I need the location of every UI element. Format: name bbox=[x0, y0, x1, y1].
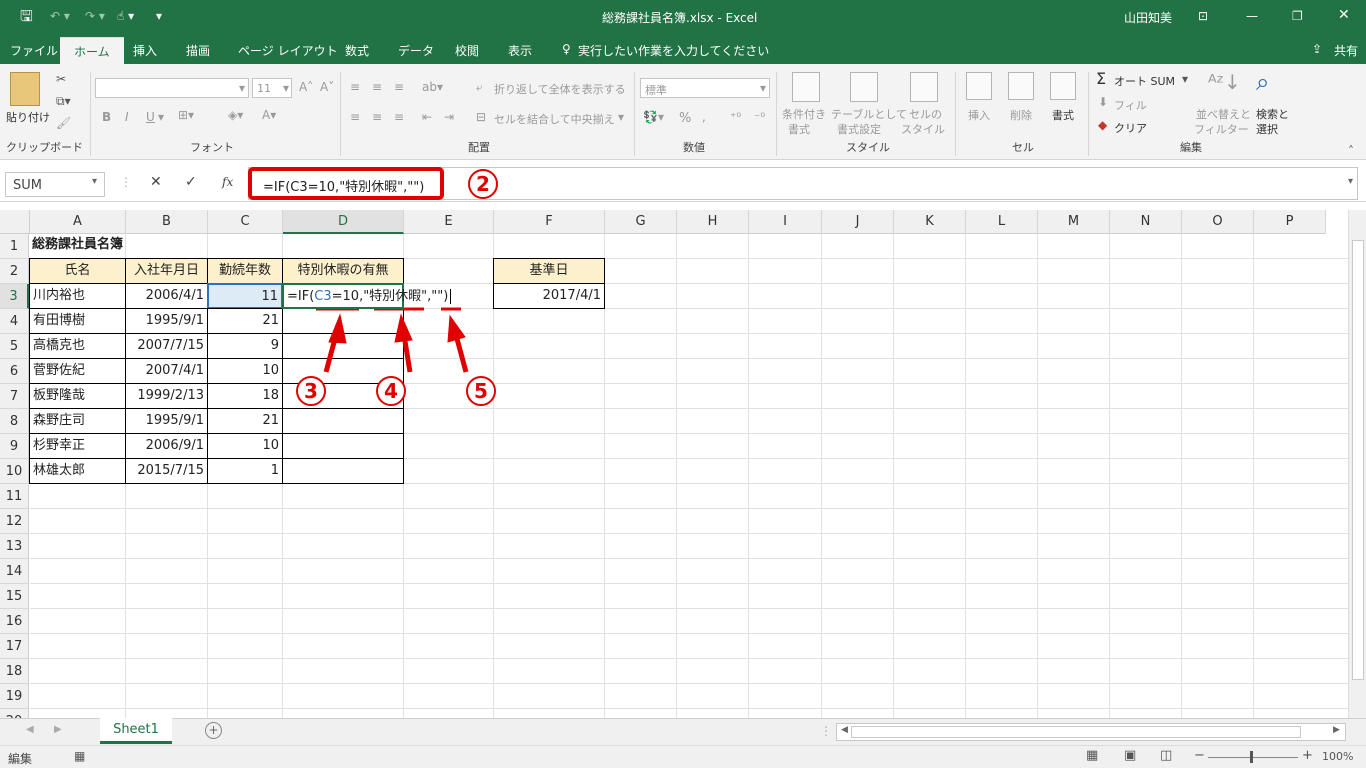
formula-part-rest: =10,"特別休暇","") bbox=[331, 289, 449, 304]
annotation-4: 4 bbox=[376, 376, 406, 406]
formula-part-if: =IF( bbox=[287, 289, 315, 304]
annotation-3: 3 bbox=[296, 376, 326, 406]
annotation-arrows bbox=[316, 307, 469, 373]
arrow-3-head bbox=[328, 313, 347, 344]
arrow-4-head bbox=[394, 313, 413, 343]
arrow-5-head bbox=[447, 314, 466, 343]
active-edit-cell[interactable]: =IF(C3=10,"特別休暇","") bbox=[282, 283, 452, 309]
annotation-5: 5 bbox=[466, 376, 496, 406]
formula-ref-c3: C3 bbox=[314, 289, 332, 304]
arrow-5-shaft bbox=[453, 334, 469, 373]
